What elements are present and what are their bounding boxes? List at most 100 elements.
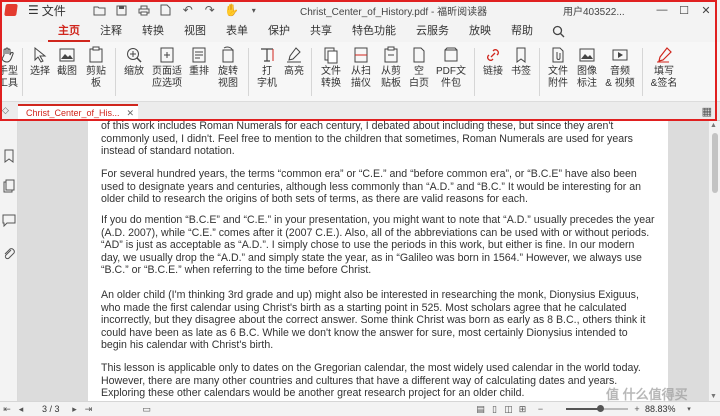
blank-page-button[interactable]: 空 白页 [406,46,432,90]
link-button[interactable]: 链接 [479,46,507,78]
blank-page-icon [410,46,428,64]
fit-width-icon[interactable]: ⊞ [516,402,530,416]
tab-protect[interactable]: 保护 [258,20,300,42]
last-page-icon[interactable]: ⇥ [82,402,96,416]
comments-panel-icon[interactable] [2,213,16,227]
clipboard-paste-icon [382,46,400,64]
hand-tool-quick-icon[interactable]: ✋ [222,0,242,20]
tab-features[interactable]: 特色功能 [342,20,406,42]
typewriter-button[interactable]: 打 字机 [253,46,281,90]
file-convert-button[interactable]: 文件 转换 [316,46,346,90]
pen-sign-icon [655,46,673,64]
next-page-icon[interactable]: ▸ [68,402,82,416]
tab-home[interactable]: 主页 [48,20,90,42]
zoom-in-small-icon[interactable]: + [630,402,644,416]
bookmark-panel-icon[interactable] [2,149,16,163]
fit-page-button[interactable]: 页面适 应选项 [148,46,186,90]
hand-icon [0,46,17,64]
document-tab-strip: ◇ Christ_Center_of_His... ✕ ▦ [0,102,720,121]
zoom-dropdown-icon[interactable]: ▾ [682,402,696,416]
prev-page-icon[interactable]: ◂ [14,402,28,416]
fit-page-icon [158,46,176,64]
status-bar: ⇤ ◂ 3 / 3 ▸ ⇥ ▭ ▤ ▯ ◫ ⊞ − + 88.83% ▾ [0,401,720,416]
audio-video-button[interactable]: 音频 & 视频 [602,46,638,90]
link-icon [484,46,502,64]
bookmark-icon [512,46,530,64]
vertical-scrollbar[interactable]: ▲ ▼ [708,121,720,401]
continuous-view-icon[interactable]: ▤ [474,402,488,416]
paragraph: For several hundred years, the terms “co… [101,168,641,205]
pdf-package-button[interactable]: PDF文 件包 [432,46,470,90]
highlighter-icon [285,46,303,64]
paragraph: If you do mention “B.C.E” and “C.E.” in … [101,214,655,276]
tab-view[interactable]: 视图 [174,20,216,42]
zoom-slider-knob[interactable] [596,405,604,412]
image-annotation-icon [578,46,596,64]
scanner-icon [352,46,370,64]
rotate-view-button[interactable]: 旋转 视图 [212,46,244,90]
minimize-icon[interactable]: — [652,0,672,20]
scroll-up-icon[interactable]: ▲ [710,122,717,129]
tab-convert[interactable]: 转换 [132,20,174,42]
from-clipboard-button[interactable]: 从剪 贴板 [376,46,406,90]
user-account[interactable]: 用户403522... [563,3,625,18]
ribbon-tabs: 主页 注释 转换 视图 表单 保护 共享 特色功能 云服务 放映 帮助 [0,20,720,42]
close-tab-icon[interactable]: ✕ [126,108,134,119]
select-button[interactable]: 选择 [27,46,53,78]
watermark: 值 什么值得买 [606,387,688,402]
first-page-icon[interactable]: ⇤ [0,402,14,416]
dropdown-arrow-icon[interactable]: ▾ [244,0,264,20]
zoom-button[interactable]: 缩放 [120,46,148,78]
open-folder-icon[interactable] [90,0,110,20]
media-icon [611,46,629,64]
highlight-button[interactable]: 高亮 [281,46,307,78]
zoom-out-icon[interactable]: − [534,402,548,416]
tab-comment[interactable]: 注释 [90,20,132,42]
two-page-icon[interactable]: ◫ [502,402,516,416]
ribbon-toolbar: 手型 工具 选择 截图 剪贴 板 缩放 页面适 应选项 重排 旋转 视图 打 字… [0,42,720,102]
zoom-slider[interactable] [566,405,628,412]
view-mode-icon[interactable]: ▭ [140,402,154,416]
rotate-icon [219,46,237,64]
page-indicator[interactable]: 3 / 3 [42,404,60,414]
ribbon-separator [474,48,475,96]
tab-share[interactable]: 共享 [300,20,342,42]
attachments-panel-icon[interactable] [2,247,16,261]
tab-form[interactable]: 表单 [216,20,258,42]
save-icon[interactable] [112,0,132,20]
file-attachment-button[interactable]: 文件 附件 [544,46,572,90]
maximize-icon[interactable]: ☐ [674,0,694,20]
image-annotation-button[interactable]: 图像 标注 [572,46,602,90]
zoom-level[interactable]: 88.83% [645,404,676,414]
clipboard-button[interactable]: 剪贴 板 [81,46,111,90]
grid-view-icon[interactable]: ▦ [702,105,712,118]
from-scanner-button[interactable]: 从扫 描仪 [346,46,376,90]
snapshot-button[interactable]: 截图 [53,46,81,78]
quick-access-toolbar: ↶ ↷ ✋ ▾ [90,0,264,20]
undo-icon[interactable]: ↶ [178,0,198,20]
tab-cloud[interactable]: 云服务 [406,20,459,42]
scroll-down-icon[interactable]: ▼ [710,393,717,400]
paragraph: An older child (I'm thinking 3rd grade a… [101,289,646,351]
bookmark-button[interactable]: 书签 [507,46,535,78]
search-icon[interactable] [547,20,569,42]
tab-slideshow[interactable]: 放映 [459,20,501,42]
document-view[interactable]: of this work includes Roman Numerals for… [18,121,708,401]
document-tab[interactable]: Christ_Center_of_His... ✕ [18,104,138,121]
zoom-slider-fill [566,408,601,410]
tab-help[interactable]: 帮助 [501,20,543,42]
reflow-icon [190,46,208,64]
reflow-button[interactable]: 重排 [186,46,212,78]
pages-panel-icon[interactable] [2,179,16,193]
file-menu-button[interactable]: ☰ 文件 [22,0,72,20]
print-icon[interactable] [134,0,154,20]
redo-icon[interactable]: ↷ [200,0,220,20]
tab-list-icon[interactable]: ◇ [2,105,9,116]
new-document-icon[interactable] [156,0,176,20]
fill-sign-button[interactable]: 填写 &签名 [647,46,681,90]
app-logo-icon [0,0,22,20]
scroll-thumb[interactable] [712,133,718,193]
close-icon[interactable]: ✕ [696,0,716,20]
hand-tool-button[interactable]: 手型 工具 [0,46,18,90]
single-page-icon[interactable]: ▯ [488,402,502,416]
